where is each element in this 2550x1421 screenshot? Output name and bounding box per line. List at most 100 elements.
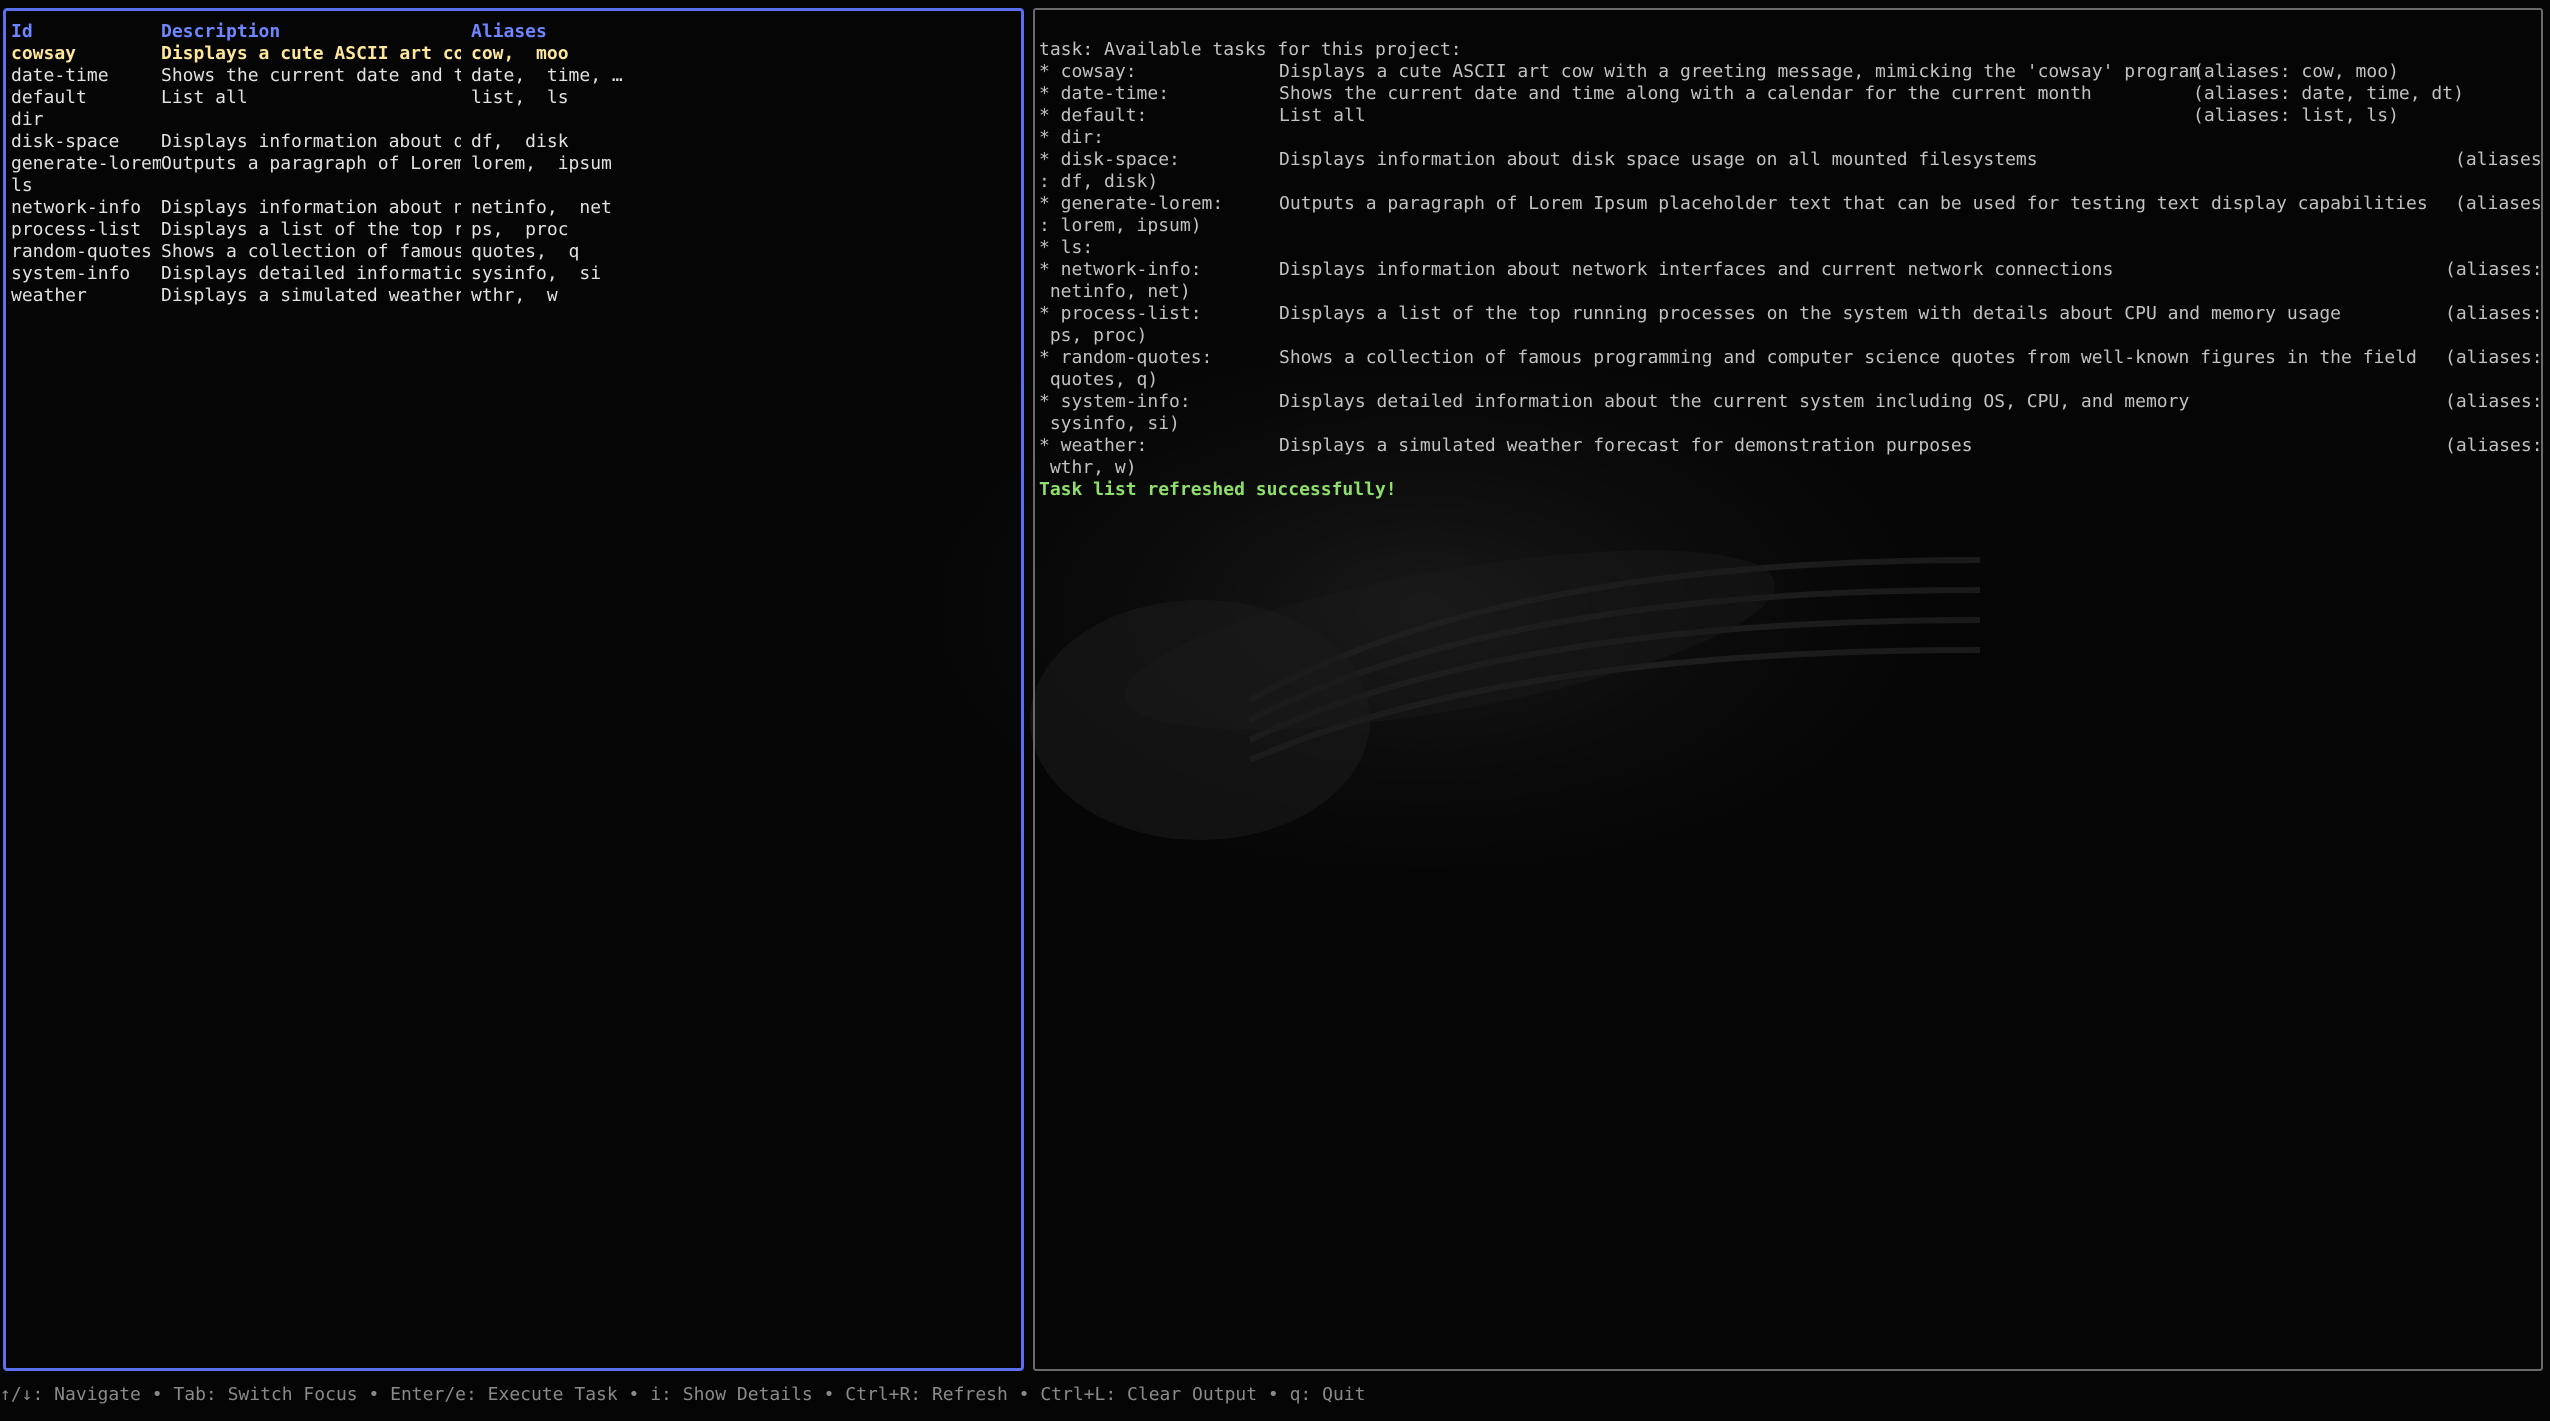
output-task-line: * date-time: Shows the current date and t… [1039, 83, 2517, 105]
task-aliases: ps, proc [471, 219, 569, 240]
task-description: List all [161, 87, 248, 108]
output-task-description: List all [1279, 105, 1366, 126]
output-task-line: * weather: Displays a simulated weather f… [1039, 435, 2543, 457]
output-header: task: Available tasks for this project: [1039, 39, 1462, 60]
output-alias-wrap: ps, proc) [1039, 325, 1148, 346]
output-task-aliases: (aliases: cow, moo) [2193, 61, 2399, 82]
task-description: Outputs a paragraph of Lorem … [161, 153, 461, 174]
column-header-description: Description [161, 21, 281, 42]
output-task-line: * random-quotes: Shows a collection of fa… [1039, 347, 2543, 369]
table-row[interactable]: default List all list, ls [11, 87, 569, 109]
task-description: Displays information about di… [161, 131, 461, 152]
output-task-description: Displays detailed information about the … [1279, 391, 2190, 412]
task-aliases: list, ls [471, 87, 569, 108]
output-alias-wrap: quotes, q) [1039, 369, 1159, 390]
task-description: Displays detailed information… [161, 263, 461, 284]
output-task-name: * date-time: [1039, 83, 1170, 104]
task-id: process-list [11, 219, 142, 240]
output-task-line: * default: List all (aliases: list, ls) [1039, 105, 2517, 127]
task-id: generate-lorem [11, 153, 161, 174]
output-task-line: * process-list: Displays a list of the to… [1039, 303, 2543, 325]
output-task-line: * ls: [1039, 237, 2517, 259]
output-alias-wrap: : lorem, ipsum) [1039, 215, 1202, 236]
success-message: Task list refreshed successfully! [1039, 479, 1397, 500]
task-aliases: quotes, q [471, 241, 580, 262]
table-row[interactable]: network-info Displays information about n… [11, 197, 612, 219]
output-task-description: Displays a simulated weather forecast fo… [1279, 435, 1973, 456]
table-row[interactable]: process-list Displays a list of the top r… [11, 219, 569, 241]
task-table: Id Description Aliases cowsay Displays a … [11, 21, 623, 307]
output-alias-wrap: wthr, w) [1039, 457, 1137, 478]
task-aliases: sysinfo, si [471, 263, 602, 284]
table-row[interactable]: cowsay Displays a cute ASCII art cow… cow,… [11, 43, 569, 65]
task-description: Displays a simulated weather … [161, 285, 461, 306]
task-aliases: date, time, … [471, 65, 623, 86]
task-id: dir [11, 109, 44, 130]
output-task-name: * system-info: [1039, 391, 1191, 412]
task-id: default [11, 87, 87, 108]
output-task-aliases: (aliases [2455, 149, 2542, 170]
table-row[interactable]: ls [11, 175, 76, 197]
task-description: Shows the current date and ti… [161, 65, 461, 86]
task-id: date-time [11, 65, 109, 86]
task-description: Displays a cute ASCII art cow… [161, 43, 461, 64]
keybinding-help-bar: ↑/↓: Navigate • Tab: Switch Focus • Ente… [0, 1384, 1366, 1405]
task-id: weather [11, 285, 87, 306]
task-id: network-info [11, 197, 142, 218]
output-task-line: * dir: [1039, 127, 2517, 149]
output-task-description: Outputs a paragraph of Lorem Ipsum place… [1279, 193, 2428, 214]
table-row[interactable]: weather Displays a simulated weather … wth… [11, 285, 558, 307]
output-task-description: Shows a collection of famous programming… [1279, 347, 2417, 368]
output-task-name: * dir: [1039, 127, 1105, 148]
output-task-name: * random-quotes: [1039, 347, 1213, 368]
output-task-aliases: (aliases: [2445, 259, 2543, 280]
output-task-description: Shows the current date and time along wi… [1279, 83, 2092, 104]
output-task-name: * generate-lorem: [1039, 193, 1224, 214]
output-task-name: * process-list: [1039, 303, 1202, 324]
output-task-aliases: (aliases: [2445, 391, 2543, 412]
output-task-name: * ls: [1039, 237, 1094, 258]
output-log: task: Available tasks for this project: … [1039, 39, 2543, 501]
table-row[interactable]: disk-space Displays information about di…… [11, 131, 569, 153]
output-task-name: * cowsay: [1039, 61, 1137, 82]
table-row[interactable]: dir [11, 109, 76, 131]
output-panel[interactable]: task: Available tasks for this project: … [1033, 8, 2543, 1371]
task-aliases: cow, moo [471, 43, 569, 64]
output-task-description: Displays information about disk space us… [1279, 149, 2038, 170]
output-task-name: * disk-space: [1039, 149, 1180, 170]
output-task-description: Displays a cute ASCII art cow with a gre… [1279, 61, 2201, 82]
task-id: ls [11, 175, 33, 196]
output-task-line: * cowsay: Displays a cute ASCII art cow w… [1039, 61, 2517, 83]
task-aliases: netinfo, net [471, 197, 612, 218]
task-id: random-quotes [11, 241, 152, 262]
output-task-aliases: (aliases: date, time, dt) [2193, 83, 2464, 104]
task-aliases: lorem, ipsum [471, 153, 612, 174]
column-header-aliases: Aliases [471, 21, 547, 42]
task-aliases: wthr, w [471, 285, 558, 306]
task-description: Displays a list of the top ru… [161, 219, 461, 240]
output-task-aliases: (aliases: [2445, 347, 2543, 368]
table-row[interactable]: generate-lorem Outputs a paragraph of Lor… [11, 153, 612, 175]
column-header-id: Id [11, 21, 33, 42]
output-task-line: * generate-lorem: Outputs a paragraph of … [1039, 193, 2542, 215]
output-task-aliases: (aliases: [2445, 435, 2543, 456]
task-id: cowsay [11, 43, 77, 64]
output-task-aliases: (aliases: list, ls) [2193, 105, 2399, 126]
task-aliases: df, disk [471, 131, 569, 152]
output-task-name: * network-info: [1039, 259, 1202, 280]
output-task-name: * weather: [1039, 435, 1148, 456]
table-row[interactable]: random-quotes Shows a collection of famou… [11, 241, 579, 263]
output-alias-wrap: netinfo, net) [1039, 281, 1191, 302]
task-list-panel[interactable]: Id Description Aliases cowsay Displays a … [3, 8, 1024, 1371]
output-task-aliases: (aliases [2455, 193, 2542, 214]
task-id: disk-space [11, 131, 120, 152]
output-task-name: * default: [1039, 105, 1148, 126]
output-task-line: * disk-space: Displays information about … [1039, 149, 2542, 171]
table-row[interactable]: system-info Displays detailed information… [11, 263, 601, 285]
output-task-line: * network-info: Displays information abou… [1039, 259, 2543, 281]
output-task-line: * system-info: Displays detailed informat… [1039, 391, 2543, 413]
output-alias-wrap: sysinfo, si) [1039, 413, 1180, 434]
task-id: system-info [11, 263, 131, 284]
task-description: Shows a collection of famous … [161, 241, 461, 262]
table-row[interactable]: date-time Shows the current date and ti… d… [11, 65, 623, 87]
